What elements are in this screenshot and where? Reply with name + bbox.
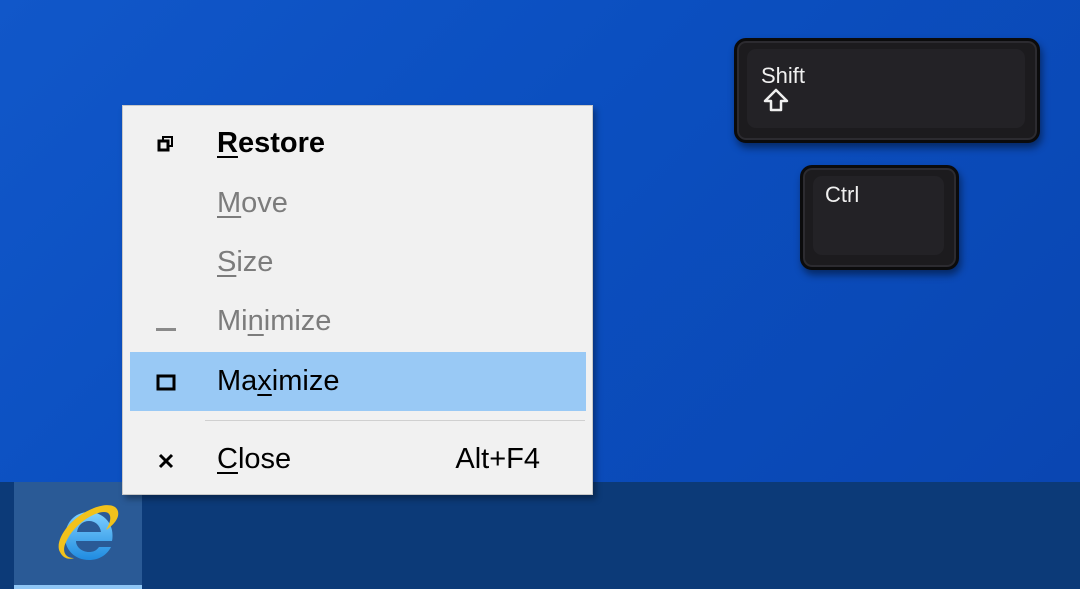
menu-item-restore[interactable]: Restore [130,114,586,173]
restore-icon [154,114,178,173]
menu-item-label: Move [217,187,288,219]
minimize-icon [154,292,178,351]
ctrl-key-label: Ctrl [825,182,860,207]
shift-arrow-icon [763,88,789,112]
menu-item-minimize[interactable]: Minimize [130,292,586,351]
menu-separator [205,420,585,421]
taskbar-button-internet-explorer[interactable] [14,482,142,589]
shift-key: Shift [734,38,1040,143]
shift-key-label: Shift [761,63,806,88]
close-icon [154,430,178,489]
taskbar [0,482,1080,589]
desktop-background: Shift Ctrl Restore Move Size Minimize Ma… [0,0,1080,589]
menu-item-move[interactable]: Move [130,174,586,233]
menu-item-label: Close [217,443,292,475]
maximize-icon [154,352,178,411]
menu-item-size[interactable]: Size [130,233,586,292]
window-system-menu: Restore Move Size Minimize Maximize Clos… [122,105,593,495]
menu-item-label: Size [217,246,274,278]
menu-item-maximize[interactable]: Maximize [130,352,586,411]
menu-item-label: Minimize [217,305,332,337]
menu-item-shortcut: Alt+F4 [455,443,540,475]
ie-icon [58,505,119,560]
menu-item-label: Restore [217,127,325,159]
ctrl-key: Ctrl [800,165,959,270]
active-indicator [14,585,142,589]
menu-item-label: Maximize [217,365,340,397]
menu-item-close[interactable]: Close Alt+F4 [130,430,586,489]
